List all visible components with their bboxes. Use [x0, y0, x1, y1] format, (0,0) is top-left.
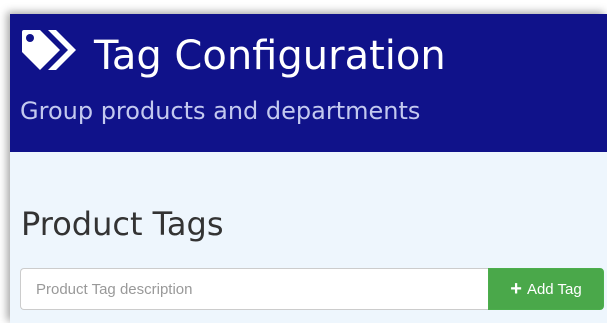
section-title: Product Tags: [21, 205, 224, 243]
tag-icon: [22, 30, 76, 70]
page-subtitle: Group products and departments: [20, 97, 421, 125]
product-tag-input[interactable]: [20, 268, 488, 310]
add-tag-input-group: + Add Tag: [20, 268, 604, 310]
page-title: Tag Configuration: [94, 33, 446, 79]
plus-icon: +: [510, 278, 522, 300]
page-frame: Tag Configuration Group products and dep…: [10, 14, 607, 323]
add-tag-button-label: Add Tag: [526, 280, 582, 298]
add-tag-button[interactable]: + Add Tag: [488, 268, 604, 310]
page-header: Tag Configuration Group products and dep…: [10, 14, 607, 152]
